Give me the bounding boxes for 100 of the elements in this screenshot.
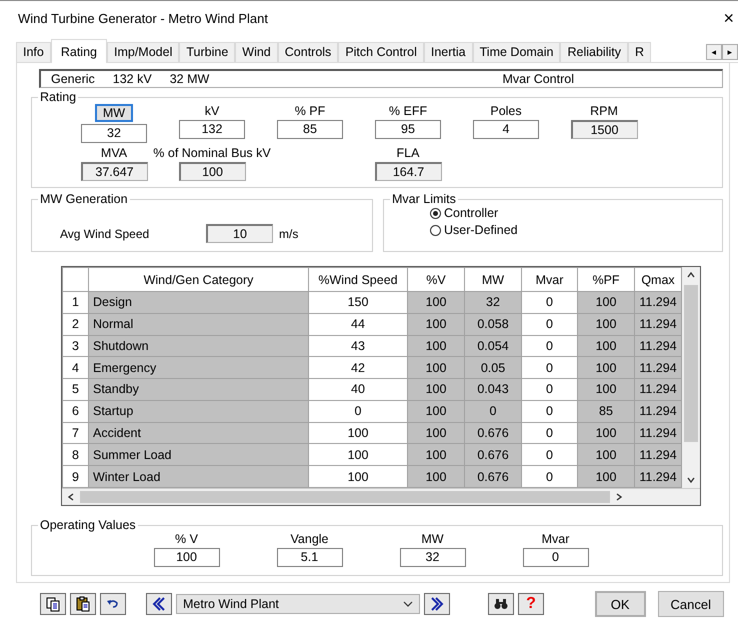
tab[interactable]: Pitch Control	[338, 42, 424, 62]
tab[interactable]: Imp/Model	[107, 42, 180, 62]
table-cell: 32	[464, 292, 522, 314]
tab[interactable]: Rating	[50, 39, 107, 63]
group-title: Operating Values	[39, 518, 137, 532]
plant-dropdown[interactable]: Metro Wind Plant	[176, 594, 420, 614]
radio-button[interactable]	[430, 208, 441, 218]
input-field[interactable]: 5.1	[276, 548, 342, 567]
column-header[interactable]: Mvar	[522, 268, 578, 292]
horizontal-scrollbar[interactable]	[62, 488, 700, 505]
dialog-button[interactable]: Cancel	[658, 591, 724, 617]
table-cell: 100	[308, 444, 408, 466]
input-field[interactable]: 95	[375, 120, 441, 139]
binoculars-button[interactable]	[488, 593, 514, 615]
tab[interactable]: Wind	[235, 42, 278, 62]
table-cell: 11.294	[634, 466, 682, 488]
radio-button[interactable]	[430, 224, 441, 236]
input-field[interactable]: 32	[81, 124, 147, 143]
tab[interactable]: Time Domain	[472, 42, 560, 62]
table-cell: 8	[62, 444, 88, 466]
tab[interactable]: Inertia	[424, 42, 473, 62]
input-field[interactable]: 4	[473, 120, 539, 139]
input-field[interactable]: 1500	[570, 120, 638, 139]
field-label: kV	[204, 104, 220, 118]
scroll-up-icon[interactable]	[686, 270, 696, 280]
table-cell: 100	[578, 335, 634, 357]
close-button[interactable]: ×	[719, 9, 738, 27]
table-cell: 100	[408, 313, 464, 336]
tab-scroll-button[interactable]: ▸	[722, 44, 738, 60]
table-cell: 100	[408, 378, 464, 400]
table-cell: 0.676	[464, 444, 522, 466]
field-label: % PF	[294, 104, 326, 118]
table-cell: 100	[578, 313, 634, 336]
field-label: MW	[421, 532, 444, 546]
table-cell: 1	[62, 292, 88, 314]
tab[interactable]: Info	[16, 42, 51, 62]
table-cell: 100	[408, 444, 464, 466]
input-field[interactable]: 132	[179, 120, 245, 139]
summary-text: Generic	[51, 72, 95, 86]
radio-option[interactable]: User-Defined	[430, 223, 716, 237]
scroll-down-icon[interactable]	[686, 475, 696, 485]
column-header[interactable]: Qmax	[634, 268, 682, 292]
undo-button[interactable]	[100, 593, 126, 615]
table-cell: Startup	[88, 400, 308, 422]
column-header[interactable]: MW	[464, 268, 522, 292]
table-cell: 0	[308, 400, 408, 422]
table-cell: 85	[578, 400, 634, 422]
table-cell: 100	[408, 335, 464, 357]
table-cell: 11.294	[634, 335, 682, 357]
table-cell: 0.054	[464, 335, 522, 357]
column-header[interactable]: %Wind Speed	[308, 268, 408, 292]
table-cell: 100	[308, 422, 408, 444]
window-title: Wind Turbine Generator - Metro Wind Plant	[18, 10, 268, 26]
next-button[interactable]	[424, 593, 450, 615]
field-label: FLA	[396, 146, 420, 160]
table-cell: 3	[62, 335, 88, 357]
table-cell: 42	[308, 356, 408, 379]
table-cell: Winter Load	[88, 466, 308, 488]
dialog-button[interactable]: OK	[594, 591, 646, 617]
column-header[interactable]: %PF	[578, 268, 634, 292]
input-field[interactable]: 0	[522, 548, 588, 567]
copy-button[interactable]	[40, 593, 66, 615]
table-cell: 11.294	[634, 356, 682, 379]
input-field[interactable]: 164.7	[374, 162, 442, 181]
previous-button[interactable]	[146, 593, 172, 615]
input-field[interactable]: 10	[206, 224, 273, 243]
scroll-left-icon[interactable]	[66, 492, 76, 502]
table-cell: 11.294	[634, 422, 682, 444]
tab[interactable]: Turbine	[179, 42, 236, 62]
input-field[interactable]: 32	[400, 548, 466, 567]
tab-scroll-button[interactable]: ◂	[706, 44, 722, 60]
table-cell: 0.676	[464, 422, 522, 444]
group-title: MW Generation	[39, 192, 129, 206]
column-header[interactable]: Wind/Gen Category	[88, 268, 308, 292]
table-cell: 0	[522, 335, 578, 357]
vertical-scrollbar[interactable]	[682, 267, 700, 488]
input-field[interactable]: 85	[277, 120, 343, 139]
field-label: Poles	[490, 104, 522, 118]
column-header[interactable]: %V	[408, 268, 464, 292]
input-field[interactable]: 37.647	[80, 162, 148, 181]
paste-button[interactable]	[70, 593, 96, 615]
table-cell: 100	[578, 422, 634, 444]
help-button[interactable]: ?	[518, 593, 544, 615]
input-field[interactable]: 100	[154, 548, 220, 567]
field-label: RPM	[590, 104, 618, 118]
group-title: Mvar Limits	[391, 192, 457, 206]
tab[interactable]: Reliability	[560, 42, 628, 62]
table-cell: 100	[308, 466, 408, 488]
field-label-button[interactable]: MW	[94, 104, 134, 122]
table-cell: 100	[408, 292, 464, 314]
scroll-right-icon[interactable]	[614, 492, 624, 502]
radio-option[interactable]: Controller	[430, 206, 716, 220]
tab[interactable]: Controls	[278, 42, 338, 62]
input-field[interactable]: 100	[178, 162, 246, 181]
table-cell: 11.294	[634, 400, 682, 422]
table-cell: 2	[62, 313, 88, 336]
group-title: Rating	[39, 90, 78, 104]
table-cell: 9	[62, 466, 88, 488]
tab[interactable]: R	[628, 42, 652, 62]
copy-icon	[45, 596, 61, 612]
